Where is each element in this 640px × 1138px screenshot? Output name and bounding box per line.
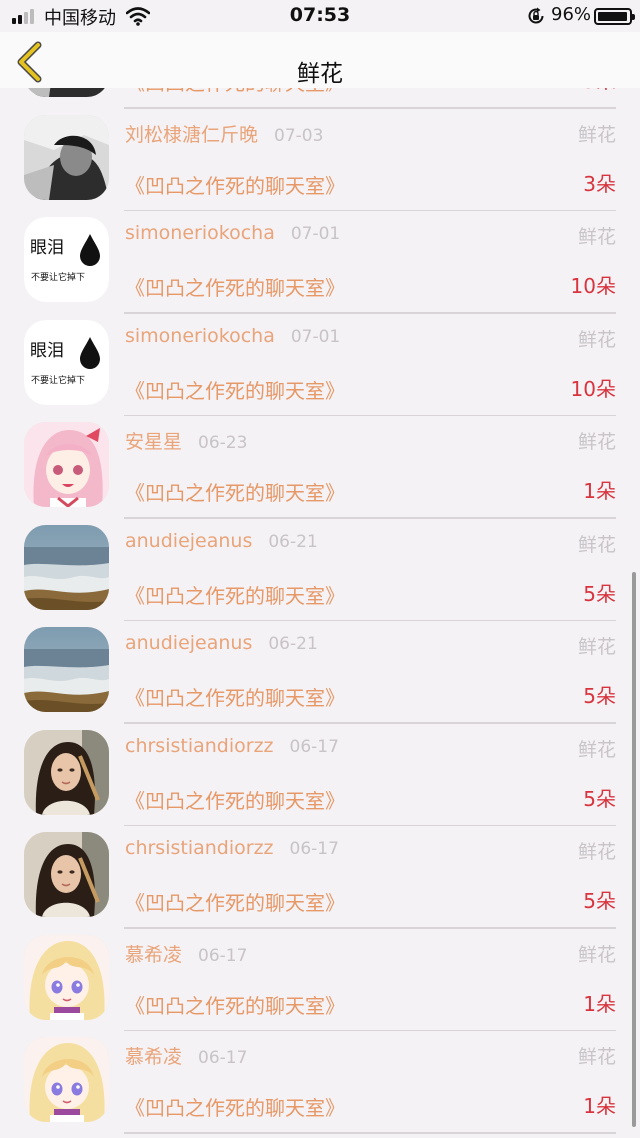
gift-category: 鲜花 — [577, 738, 616, 761]
flower-count: 5朵 — [583, 684, 616, 708]
gift-category: 鲜花 — [577, 328, 616, 351]
avatar[interactable] — [24, 934, 109, 1020]
list-item[interactable]: chrsistiandiorzz 06-17 鲜花 《凹凸之作死的聊天室》 5朵 — [0, 810, 640, 929]
sender-name: 刘松棣溏仁斤晚 07-03 — [125, 120, 323, 147]
battery-fill — [598, 12, 627, 21]
avatar[interactable] — [24, 627, 109, 712]
send-date: 06-17 — [289, 736, 339, 757]
flower-list[interactable]: 《凹凸之作死的聊天室》 3朵 刘松棣溏仁斤晚07-03 鲜花 《凹凸之作死的聊天… — [0, 88, 640, 1138]
flower-count: 1朵 — [583, 1094, 616, 1118]
sender-name-label: chrsistiandiorzz — [125, 837, 274, 859]
sender-name-label: chrsistiandiorzz — [125, 734, 274, 757]
sender-name: simoneriokocha 07-01 — [125, 222, 340, 244]
gift-category: 鲜花 — [577, 226, 616, 248]
gift-category: 鲜花 — [577, 533, 616, 556]
svg-text:不要让它掉下: 不要让它掉下 — [31, 271, 85, 283]
flower-count: 5朵 — [583, 786, 616, 811]
page-title: 鲜花 — [297, 61, 343, 87]
navigation-bar: 鲜花 — [0, 32, 640, 88]
list-item[interactable]: 慕希凌 06-17 鲜花 《凹凸之作死的聊天室》 1朵 — [0, 1015, 640, 1134]
list-item[interactable]: anudiejeanus 06-21 鲜花 《凹凸之作死的聊天室》 5朵 — [0, 503, 640, 621]
sender-name-label: anudiejeanus — [125, 529, 253, 552]
sender-name: 慕希凌 06-17 — [125, 940, 247, 967]
battery-percent: 96% — [551, 4, 592, 25]
svg-text:不要让它掉下: 不要让它掉下 — [31, 374, 85, 386]
gift-category: 鲜花 — [577, 431, 616, 453]
sender-name-label: 慕希凌 — [125, 943, 183, 966]
sender-name-label: simoneriokocha — [125, 324, 275, 347]
divider — [124, 1132, 616, 1134]
flower-count: 1朵 — [583, 479, 616, 503]
list-item[interactable]: anudiejeanus 06-21 鲜花 《凹凸之作死的聊天室》 5朵 — [0, 605, 640, 724]
gift-category: 鲜花 — [577, 943, 616, 966]
flower-count: 5朵 — [583, 581, 616, 606]
send-date: 06-17 — [198, 1048, 248, 1068]
list-item[interactable]: 刘松棣溏仁斤晚 07-03 鲜花 《凹凸之作死的聊天室》 3朵 — [0, 93, 640, 211]
avatar[interactable] — [24, 729, 109, 815]
send-date: 06-17 — [289, 839, 339, 859]
chatroom-title[interactable]: 《凹凸之作死的聊天室》 — [125, 1092, 345, 1121]
scrollbar[interactable] — [632, 572, 636, 1127]
list-item[interactable]: 眼泪 不要让它掉下 simoneriokocha 07-01 鲜花 《凹凸之作死的… — [0, 195, 640, 314]
send-date: 07-03 — [274, 125, 324, 146]
screen: 中国移动 07:53 96% 鲜花 刘松棣溏仁斤晚 07-03 鲜花 《凹凸之作… — [0, 0, 640, 1138]
send-date: 07-01 — [290, 224, 341, 244]
flower-count: 3朵 — [583, 171, 616, 196]
sender-name: chrsistiandiorzz 06-17 — [125, 735, 339, 757]
gift-category: 鲜花 — [577, 636, 616, 658]
avatar[interactable] — [24, 422, 109, 507]
list-item[interactable]: chrsistiandiorzz 06-17 鲜花 《凹凸之作死的聊天室》 5朵 — [0, 708, 640, 826]
flower-count: 1朵 — [583, 991, 616, 1016]
sender-name-label: 慕希凌 — [125, 1046, 183, 1068]
sender-name: simoneriokocha 07-01 — [125, 325, 340, 347]
sender-name: anudiejeanus 06-21 — [125, 632, 318, 654]
flower-count: 5朵 — [583, 889, 616, 913]
avatar[interactable] — [24, 1037, 109, 1122]
sender-name: 安星星 06-23 — [125, 427, 247, 454]
send-date: 06-23 — [198, 433, 248, 453]
avatar[interactable] — [24, 832, 109, 917]
sender-name-label: simoneriokocha — [125, 222, 275, 244]
sender-name: anudiejeanus 06-21 — [125, 530, 318, 552]
list-item[interactable]: 慕希凌 06-17 鲜花 《凹凸之作死的聊天室》 1朵 — [0, 913, 640, 1031]
send-date: 07-01 — [290, 326, 341, 347]
gift-category: 鲜花 — [577, 1046, 616, 1068]
sender-name: chrsistiandiorzz 06-17 — [125, 837, 339, 859]
list-item[interactable]: 安星星 06-23 鲜花 《凹凸之作死的聊天室》 1朵 — [0, 400, 640, 519]
avatar[interactable]: 眼泪 不要让它掉下 — [24, 319, 109, 405]
orientation-lock-icon — [528, 7, 544, 24]
sender-name-label: anudiejeanus — [125, 632, 253, 654]
sender-name: 慕希凌 06-17 — [125, 1042, 247, 1069]
avatar[interactable] — [24, 524, 109, 610]
send-date: 06-21 — [268, 634, 318, 654]
svg-text:眼泪: 眼泪 — [30, 341, 64, 361]
avatar[interactable]: 眼泪 不要让它掉下 — [24, 217, 109, 302]
battery-icon — [594, 8, 635, 25]
flower-count: 10朵 — [570, 274, 616, 298]
send-date: 06-21 — [268, 531, 318, 552]
list-item[interactable]: 眼泪 不要让它掉下 simoneriokocha 07-01 鲜花 《凹凸之作死的… — [0, 298, 640, 416]
avatar[interactable] — [24, 114, 109, 200]
gift-category: 鲜花 — [577, 841, 616, 863]
flower-count: 10朵 — [570, 376, 616, 401]
sender-name-label: 刘松棣溏仁斤晚 — [125, 123, 259, 146]
send-date: 06-17 — [198, 945, 248, 966]
gift-category: 鲜花 — [577, 123, 616, 146]
sender-name-label: 安星星 — [125, 431, 183, 453]
status-bar: 中国移动 07:53 96% — [0, 0, 640, 32]
svg-text:眼泪: 眼泪 — [30, 238, 64, 258]
